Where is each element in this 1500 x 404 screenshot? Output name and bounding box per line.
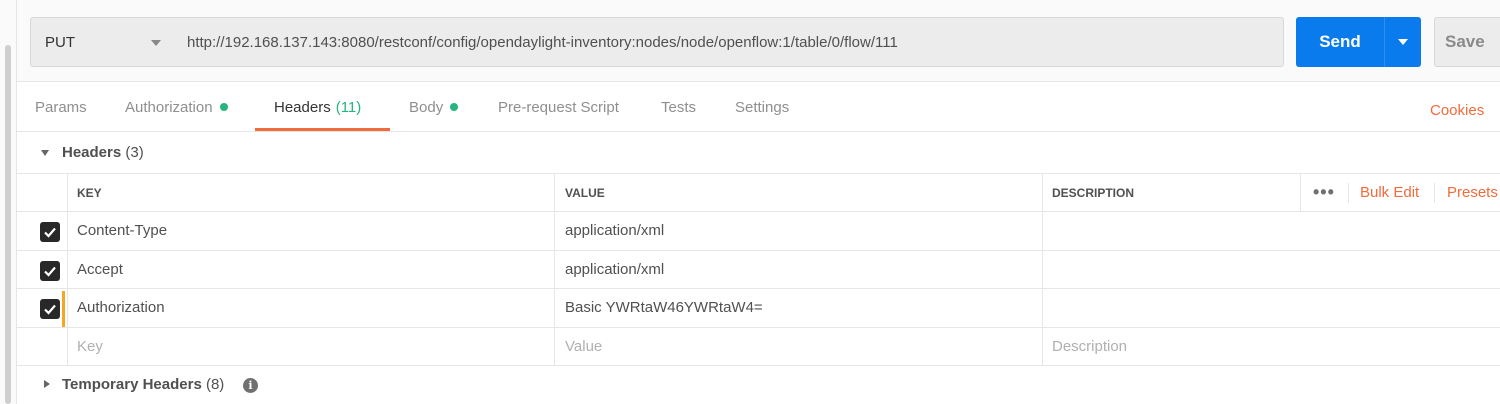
bulk-edit-link[interactable]: Bulk Edit xyxy=(1360,174,1419,211)
caret-right-icon xyxy=(44,380,50,388)
new-key-input[interactable]: Key xyxy=(67,327,555,365)
status-dot-icon xyxy=(450,103,459,111)
tab-headers-label: Headers xyxy=(274,98,331,116)
headers-section-label: Headers xyxy=(62,144,122,161)
caret-down-icon xyxy=(41,150,49,156)
headers-section-count: (3) xyxy=(125,144,144,161)
save-button[interactable]: Save xyxy=(1434,17,1500,67)
tab-body[interactable]: Body xyxy=(409,82,459,132)
header-description-cell[interactable] xyxy=(1042,212,1500,250)
divider xyxy=(1348,183,1349,203)
tab-tests[interactable]: Tests xyxy=(661,82,696,132)
tab-authorization-label: Authorization xyxy=(125,98,213,116)
cookies-link[interactable]: Cookies xyxy=(1430,82,1484,138)
status-dot-icon xyxy=(219,103,228,111)
row-focus-marker xyxy=(62,291,65,327)
checkmark-icon xyxy=(44,227,56,238)
headers-section-title: Headers (3) xyxy=(62,144,144,161)
send-dropdown-chevron-icon[interactable] xyxy=(1385,17,1421,67)
row-checkbox[interactable] xyxy=(40,299,60,319)
checkmark-icon xyxy=(44,304,56,315)
header-key-cell[interactable]: Authorization xyxy=(67,289,555,327)
tab-tests-label: Tests xyxy=(661,98,697,116)
tab-authorization[interactable]: Authorization xyxy=(125,82,228,132)
column-header-value: VALUE xyxy=(554,174,1043,211)
presets-link[interactable]: Presets xyxy=(1447,174,1498,211)
headers-table: KEY VALUE DESCRIPTION ••• Bulk Edit Pres… xyxy=(17,173,1500,366)
table-row: Accept application/xml xyxy=(17,250,1500,289)
row-checkbox[interactable] xyxy=(40,222,60,242)
new-description-input[interactable]: Description xyxy=(1042,327,1500,365)
temporary-headers-toggle[interactable]: Temporary Headers (8) i xyxy=(17,366,1500,404)
header-value-cell[interactable]: application/xml xyxy=(554,212,1043,250)
scrollbar-thumb[interactable] xyxy=(5,45,11,404)
header-value-cell[interactable]: application/xml xyxy=(554,250,1043,288)
table-header-actions: ••• Bulk Edit Presets xyxy=(1300,174,1500,211)
request-bar: PUT http://192.168.137.143:8080/restconf… xyxy=(17,0,1500,82)
table-header-row: KEY VALUE DESCRIPTION ••• Bulk Edit Pres… xyxy=(17,173,1500,212)
tab-pre-request-script[interactable]: Pre-request Script xyxy=(498,82,619,132)
tab-settings[interactable]: Settings xyxy=(735,82,789,132)
headers-section-toggle[interactable]: Headers (3) xyxy=(17,132,1500,173)
table-row-new: Key Value Description xyxy=(17,327,1500,366)
table-row: Content-Type application/xml xyxy=(17,212,1500,251)
tab-headers-count: (11) xyxy=(335,98,362,116)
header-value-cell[interactable]: Basic YWRtaW46YWRtaW4= xyxy=(554,289,1043,327)
tab-body-label: Body xyxy=(409,98,444,116)
new-value-input[interactable]: Value xyxy=(554,327,1043,365)
row-checkbox[interactable] xyxy=(40,260,60,281)
method-select[interactable]: PUT xyxy=(30,17,176,67)
tab-params[interactable]: Params xyxy=(35,82,87,132)
checkmark-icon xyxy=(44,266,56,277)
info-icon[interactable]: i xyxy=(243,378,258,393)
method-label: PUT xyxy=(45,33,75,51)
header-description-cell[interactable] xyxy=(1042,289,1500,327)
chevron-down-icon xyxy=(151,40,161,46)
header-description-cell[interactable] xyxy=(1042,250,1500,288)
temporary-headers-label: Temporary Headers xyxy=(62,376,202,393)
left-scroll-rail xyxy=(0,0,17,404)
header-key-cell[interactable]: Content-Type xyxy=(67,212,555,250)
tab-headers[interactable]: Headers (11) xyxy=(274,82,361,132)
send-label: Send xyxy=(1319,32,1361,51)
tab-pre-request-script-label: Pre-request Script xyxy=(498,98,619,116)
temporary-headers-count: (8) xyxy=(205,376,225,393)
divider xyxy=(1434,183,1435,203)
url-input[interactable]: http://192.168.137.143:8080/restconf/con… xyxy=(175,17,1284,67)
temporary-headers-title: Temporary Headers (8) xyxy=(62,376,224,393)
table-row: Authorization Basic YWRtaW46YWRtaW4= xyxy=(17,289,1500,328)
active-tab-indicator xyxy=(255,128,390,131)
tab-params-label: Params xyxy=(35,98,87,116)
tab-settings-label: Settings xyxy=(735,98,790,116)
column-header-key: KEY xyxy=(67,174,555,211)
request-tabs: Params Authorization Headers (11) Body P… xyxy=(17,82,1500,132)
more-options-icon[interactable]: ••• xyxy=(1313,174,1335,211)
send-button[interactable]: Send xyxy=(1296,17,1421,67)
header-key-cell[interactable]: Accept xyxy=(67,250,555,288)
